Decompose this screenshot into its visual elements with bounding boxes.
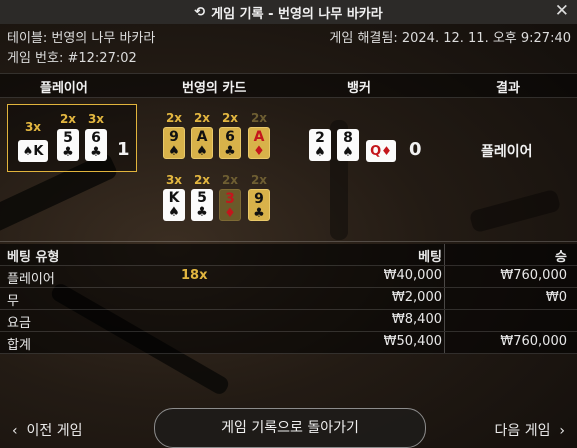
title-bar: ⟲ 게임 기록 - 번영의 나무 바카라 — [0, 0, 577, 24]
bet-header: 베팅 — [418, 250, 442, 265]
bet-amount: ₩50,400 — [383, 334, 442, 349]
bet-type-header: 베팅 유형 — [7, 250, 60, 265]
background-branch — [468, 188, 562, 234]
prosperity-multiplier: 2x — [165, 111, 183, 125]
prosperity-multiplier: 2x — [250, 111, 268, 125]
game-history-window: ⟲ 게임 기록 - 번영의 나무 바카라 ✕ 테이블: 번영의 나무 바카라 게… — [0, 0, 577, 448]
column-divider — [444, 244, 445, 265]
bet-amount: ₩2,000 — [391, 290, 442, 305]
bet-type: 플레이어 — [7, 272, 55, 287]
prosperity-card: A ♦ — [248, 127, 270, 159]
divider — [0, 241, 577, 242]
prosperity-card: 5 ♣ — [191, 189, 213, 221]
prosperity-card: A ♠ — [191, 127, 213, 159]
resolved-time: 게임 해결됨: 2024. 12. 11. 오후 9:27:40 — [329, 31, 571, 46]
prosperity-multiplier: 2x — [221, 173, 239, 187]
previous-game-button[interactable]: ‹ 이전 게임 — [12, 420, 83, 440]
result-column-header: 결과 — [496, 81, 520, 96]
banker-column-header: 뱅커 — [347, 81, 371, 96]
win-amount: ₩760,000 — [500, 268, 567, 283]
column-divider — [444, 266, 445, 287]
prosperity-card: K ♠ — [163, 189, 185, 221]
player-card: 5 ♣ — [57, 129, 79, 161]
game-info-right: 게임 해결됨: 2024. 12. 11. 오후 9:27:40 — [329, 29, 571, 49]
player-card: 6 ♣ — [85, 129, 107, 161]
prosperity-card: 6 ♣ — [219, 127, 241, 159]
player-multiplier: 2x — [59, 112, 77, 126]
next-game-button[interactable]: 다음 게임 › — [495, 420, 566, 440]
player-multiplier: 3x — [87, 112, 105, 126]
player-card: ♠K — [18, 140, 48, 162]
prosperity-multiplier: 2x — [193, 111, 211, 125]
bet-type: 무 — [7, 294, 19, 309]
bets-table: 베팅 유형 베팅 승 플레이어 18x ₩40,000 ₩760,000 무 ₩… — [0, 244, 577, 354]
bet-type: 합계 — [7, 338, 31, 353]
bets-header-row: 베팅 유형 베팅 승 — [0, 244, 577, 266]
prosperity-multiplier: 2x — [250, 173, 268, 187]
prosperity-card: 9 ♣ — [248, 189, 270, 221]
win-amount: ₩0 — [545, 290, 567, 305]
table-row: 플레이어 18x ₩40,000 ₩760,000 — [0, 266, 577, 288]
close-icon[interactable]: ✕ — [555, 1, 569, 21]
table-row: 합계 ₩50,400 ₩760,000 — [0, 332, 577, 354]
prosperity-card: 9 ♠ — [163, 127, 185, 159]
banker-card: 8 ♠ — [337, 129, 359, 161]
table-row: 무 ₩2,000 ₩0 — [0, 288, 577, 310]
player-column-header: 플레이어 — [40, 81, 88, 96]
bet-amount: ₩40,000 — [383, 268, 442, 283]
prosperity-card: 3 ♦ — [219, 189, 241, 221]
table-label: 테이블: 번영의 나무 바카라 — [7, 31, 156, 46]
win-header: 승 — [555, 250, 567, 265]
bet-type: 요금 — [7, 316, 31, 331]
next-game-label: 다음 게임 — [494, 423, 551, 439]
prosperity-multiplier: 2x — [193, 173, 211, 187]
column-divider — [444, 310, 445, 331]
chevron-left-icon: ‹ — [12, 423, 18, 439]
game-number: 게임 번호: #12:27:02 — [7, 51, 137, 66]
column-divider — [444, 288, 445, 309]
column-divider — [444, 332, 445, 353]
banker-card: Q♦ — [366, 140, 396, 162]
banker-score: 0 — [409, 139, 422, 160]
previous-game-label: 이전 게임 — [26, 423, 83, 439]
player-score: 1 — [117, 139, 130, 160]
chevron-right-icon: › — [559, 423, 565, 439]
window-title: 게임 기록 - 번영의 나무 바카라 — [211, 6, 383, 22]
prosperity-multiplier: 2x — [221, 111, 239, 125]
round-result: 플레이어 — [481, 144, 533, 160]
back-to-history-button[interactable]: 게임 기록으로 돌아가기 — [154, 408, 426, 448]
prosperity-column-header: 번영의 카드 — [182, 81, 247, 96]
win-amount: ₩760,000 — [500, 334, 567, 349]
table-row: 요금 ₩8,400 — [0, 310, 577, 332]
bet-multiplier: 18x — [181, 268, 208, 283]
player-multiplier: 3x — [24, 120, 42, 134]
banker-card: 2 ♠ — [309, 129, 331, 161]
history-icon: ⟲ — [194, 4, 206, 20]
prosperity-multiplier: 3x — [165, 173, 183, 187]
bet-amount: ₩8,400 — [391, 312, 442, 327]
game-info-left: 테이블: 번영의 나무 바카라 게임 번호: #12:27:02 — [7, 29, 155, 69]
